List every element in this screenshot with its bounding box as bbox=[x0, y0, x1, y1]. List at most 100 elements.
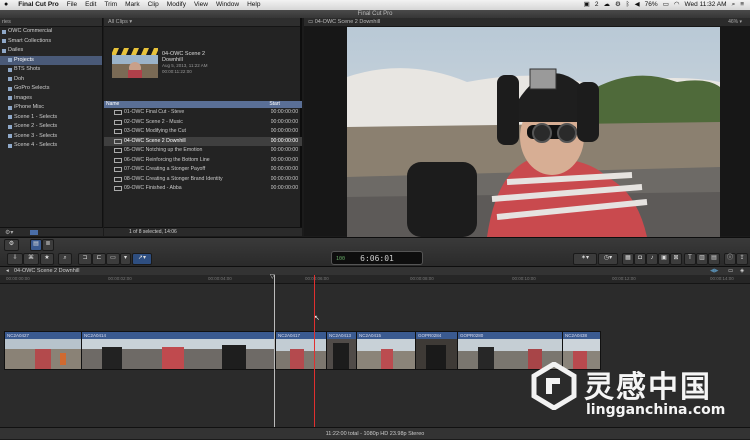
clip-filmstrip bbox=[416, 339, 457, 369]
clock[interactable]: Wed 11:32 AM bbox=[685, 0, 727, 10]
magnifier-icon[interactable]: ⌕ bbox=[58, 253, 72, 265]
library-item-scene-3[interactable]: Scene 3 - Selects bbox=[0, 132, 102, 142]
library-toggle-icon[interactable] bbox=[30, 230, 38, 235]
favorite-icon[interactable]: ★ bbox=[40, 253, 54, 265]
enhance-icon[interactable]: ✶▾ bbox=[573, 253, 597, 265]
menu-edit[interactable]: Edit bbox=[81, 0, 100, 10]
apple-menu-icon[interactable]: ● bbox=[0, 0, 12, 10]
event-icon bbox=[8, 134, 12, 139]
timeline-ruler[interactable]: 00:00:00:00 00:00:02:00 00:00:04:00 00:0… bbox=[0, 275, 750, 284]
spotlight-search-icon[interactable]: ⌕ bbox=[732, 0, 736, 10]
menu-trim[interactable]: Trim bbox=[100, 0, 121, 10]
keyword-icon[interactable]: ⌘ bbox=[23, 253, 39, 265]
project-row[interactable]: 03-OWC Modifying the Cut 00:00:00:00 bbox=[104, 127, 302, 137]
project-row-selected[interactable]: 04-OWC Scene 2 Downhill 00:00:00:00 bbox=[104, 136, 302, 146]
timeline-clip[interactable]: NC2A0427 bbox=[4, 331, 82, 370]
clip-filmstrip bbox=[82, 339, 274, 369]
library-item-projects[interactable]: Projects bbox=[0, 55, 102, 65]
playhead[interactable] bbox=[314, 275, 315, 427]
library-item-scene-4[interactable]: Scene 4 - Selects bbox=[0, 141, 102, 151]
project-row[interactable]: 05-OWC Notching up the Emotion 00:00:00:0… bbox=[104, 146, 302, 156]
menu-mark[interactable]: Mark bbox=[121, 0, 143, 10]
library-item-doh[interactable]: Doh bbox=[0, 75, 102, 85]
timeline-clip[interactable]: NC2A0413 bbox=[326, 331, 357, 370]
status-bluetooth-icon[interactable]: ᛒ bbox=[626, 0, 630, 10]
dashboard-timecode[interactable]: 100 6:06:01 bbox=[331, 251, 423, 265]
project-row[interactable]: 01-OWC Final Cut - Steve 00:00:00:00 bbox=[104, 108, 302, 118]
library-item-scene-1[interactable]: Scene 1 - Selects bbox=[0, 113, 102, 123]
photo-browser-icon[interactable]: ◘ bbox=[634, 253, 646, 265]
project-thumbnail[interactable] bbox=[112, 48, 158, 78]
timeline-clip[interactable]: NC2A0417 bbox=[275, 331, 327, 370]
status-cloud-icon[interactable]: ☁ bbox=[603, 0, 610, 10]
library-item-iphone-misc[interactable]: iPhone Misc bbox=[0, 103, 102, 113]
battery-icon[interactable]: ▭ bbox=[663, 0, 669, 10]
timeline-settings-icon[interactable]: ◈ bbox=[740, 267, 744, 275]
menu-help[interactable]: Help bbox=[243, 0, 264, 10]
viewer-video-frame[interactable] bbox=[347, 27, 720, 237]
library-item-smart-collections[interactable]: Smart Collections bbox=[0, 37, 102, 47]
library-item-images[interactable]: Images bbox=[0, 94, 102, 104]
library-item-gopro-selects[interactable]: GoPro Selects bbox=[0, 84, 102, 94]
timeline-clip[interactable]: NC2A0414 bbox=[81, 331, 275, 370]
menu-modify[interactable]: Modify bbox=[163, 0, 190, 10]
column-start[interactable]: Start bbox=[269, 101, 302, 108]
wifi-icon[interactable]: ◠ bbox=[674, 0, 680, 10]
timeline-clip[interactable]: NC2A0415 bbox=[356, 331, 416, 370]
timeline-zoom-icon[interactable]: ▭ bbox=[728, 267, 733, 275]
import-icon[interactable]: ⇩ bbox=[7, 253, 23, 265]
timeline-duration-summary: 11:22:00 total - 1080p HD 23.98p Stereo bbox=[325, 431, 425, 437]
library-item-scene-2[interactable]: Scene 2 - Selects bbox=[0, 122, 102, 132]
select-tool-icon[interactable]: ➚▾ bbox=[132, 253, 152, 265]
edit-mode-dropdown-icon[interactable]: ▾ bbox=[120, 253, 131, 265]
event-icon bbox=[8, 124, 12, 129]
window-title-bar: Final Cut Pro bbox=[0, 10, 750, 18]
effects-browser-icon[interactable]: ▣ bbox=[658, 253, 670, 265]
themes-browser-icon[interactable]: ▤ bbox=[708, 253, 720, 265]
timeline-clip[interactable]: GOPR0284 bbox=[415, 331, 458, 370]
timeline-back-icon[interactable]: ◂ bbox=[6, 267, 9, 275]
app-menu[interactable]: Final Cut Pro bbox=[12, 0, 62, 10]
status-cube-icon[interactable]: ▣ bbox=[584, 0, 590, 10]
retime-icon[interactable]: ◷▾ bbox=[598, 253, 618, 265]
project-row[interactable]: 08-OWC Creating a Stonger Brand Identity… bbox=[104, 175, 302, 185]
timeline-nav-icon[interactable]: ◀▶ bbox=[710, 267, 718, 275]
music-browser-icon[interactable]: ♪ bbox=[646, 253, 658, 265]
status-number[interactable]: 2 bbox=[595, 0, 599, 10]
column-name[interactable]: Name bbox=[104, 101, 269, 108]
generators-browser-icon[interactable]: ▥ bbox=[696, 253, 708, 265]
project-row[interactable]: 06-OWC Reinforcing the Bottom Line 00:00:… bbox=[104, 156, 302, 166]
menu-clip[interactable]: Clip bbox=[144, 0, 163, 10]
connect-clip-icon[interactable]: ⊐ bbox=[78, 253, 92, 265]
notification-center-icon[interactable]: ≡ bbox=[740, 0, 744, 10]
status-gear-icon[interactable]: ⚙ bbox=[615, 0, 621, 10]
browser-toggle-icon[interactable]: ▤ bbox=[30, 239, 42, 251]
library-item-bts-shots[interactable]: BTS Shots bbox=[0, 65, 102, 75]
transitions-browser-icon[interactable]: ⊠ bbox=[670, 253, 682, 265]
project-row[interactable]: 02-OWC Scene 2 - Music 00:00:00:00 bbox=[104, 118, 302, 128]
menu-window[interactable]: Window bbox=[212, 0, 243, 10]
browser-filter-dropdown[interactable]: All Clips ▾ bbox=[104, 18, 300, 27]
titles-browser-icon[interactable]: T bbox=[684, 253, 696, 265]
append-clip-icon[interactable]: ▭ bbox=[106, 253, 120, 265]
action-gear-icon[interactable]: ⚙▾ bbox=[5, 229, 13, 236]
project-row[interactable]: 07-OWC Creating a Stonger Payoff 00:00:00… bbox=[104, 165, 302, 175]
battery-percent[interactable]: 76% bbox=[645, 0, 658, 10]
menu-file[interactable]: File bbox=[63, 0, 81, 10]
media-browser-icon[interactable]: ▦ bbox=[622, 253, 634, 265]
library-item-dailes[interactable]: Dailes bbox=[0, 46, 102, 56]
project-row-start: 00:00:00:00 bbox=[270, 118, 299, 125]
library-item-label: BTS Shots bbox=[14, 66, 41, 72]
menu-view[interactable]: View bbox=[190, 0, 212, 10]
viewer-zoom[interactable]: 46% ▾ bbox=[728, 18, 742, 26]
list-view-icon[interactable]: ≣ bbox=[42, 239, 54, 251]
library-item-label: Projects bbox=[14, 56, 34, 63]
library-item-owc-commercial[interactable]: OWC Commercial bbox=[0, 27, 102, 37]
share-icon[interactable]: ⇪ bbox=[736, 253, 748, 265]
project-row[interactable]: 09-OWC Finished - Abba 00:00:00:00 bbox=[104, 184, 302, 194]
insert-clip-icon[interactable]: ⊏ bbox=[92, 253, 106, 265]
status-volume-icon[interactable]: ◀ bbox=[635, 0, 640, 10]
inspector-icon[interactable]: ⓘ bbox=[724, 253, 736, 265]
project-row-name: 08-OWC Creating a Stonger Brand Identity bbox=[124, 175, 223, 182]
gear-icon[interactable]: ⚙ bbox=[4, 239, 19, 251]
